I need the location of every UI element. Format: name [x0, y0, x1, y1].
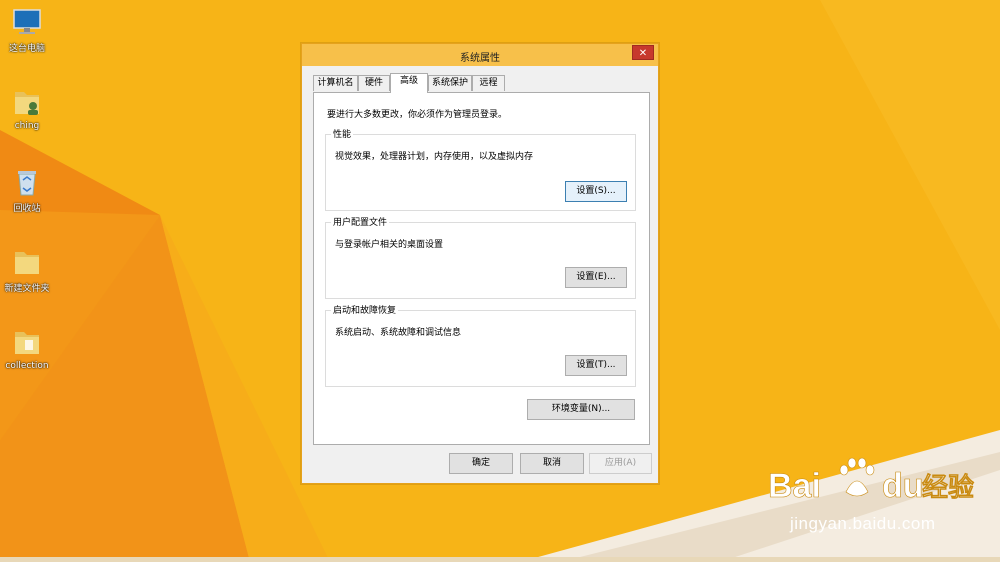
tab-computer-name[interactable]: 计算机名 [313, 75, 358, 91]
user-profiles-settings-button[interactable]: 设置(E)... [565, 267, 627, 288]
startup-recovery-group: 启动和故障恢复 系统启动、系统故障和调试信息 设置(T)... [325, 303, 636, 387]
user-profiles-description: 与登录帐户相关的桌面设置 [335, 240, 444, 250]
desktop-icon-this-pc[interactable]: 这台电脑 [2, 6, 52, 54]
admin-notice: 要进行大多数更改，你必须作为管理员登录。 [327, 110, 508, 120]
baidu-watermark: Bai du 经验 jingyan.baidu.com [760, 452, 990, 542]
performance-legend: 性能 [331, 127, 354, 140]
close-button[interactable]: ✕ [632, 45, 654, 60]
taskbar [0, 557, 1000, 562]
tab-advanced[interactable]: 高级 [390, 73, 428, 93]
system-properties-dialog: 系统属性 ✕ 计算机名 硬件 高级 系统保护 远程 要进行大多数更改，你必须作为… [301, 43, 659, 484]
recycle-bin-icon [11, 166, 43, 198]
startup-recovery-legend: 启动和故障恢复 [331, 303, 399, 316]
this-pc-icon [11, 6, 43, 38]
desktop-icon-recycle-bin[interactable]: 回收站 [2, 166, 52, 214]
dialog-client: 计算机名 硬件 高级 系统保护 远程 要进行大多数更改，你必须作为管理员登录。 … [306, 66, 654, 479]
close-icon: ✕ [638, 48, 648, 59]
svg-text:Bai: Bai [768, 467, 821, 505]
watermark-url: jingyan.baidu.com [790, 514, 936, 533]
ok-button[interactable]: 确定 [449, 453, 513, 474]
title-bar[interactable]: 系统属性 ✕ [302, 44, 658, 66]
desktop-icon-label: 新建文件夹 [4, 284, 50, 294]
desktop-icon-label: ching [14, 121, 40, 131]
desktop-icon-collection[interactable]: collection [2, 326, 52, 371]
svg-text:经验: 经验 [922, 472, 974, 503]
user-profiles-legend: 用户配置文件 [331, 215, 390, 228]
svg-text:du: du [882, 467, 924, 505]
cancel-button[interactable]: 取消 [520, 453, 584, 474]
baidu-logo-icon: Bai du 经验 [768, 457, 974, 505]
folder-icon [11, 246, 43, 278]
startup-recovery-settings-button[interactable]: 设置(T)... [565, 355, 627, 376]
performance-settings-button[interactable]: 设置(S)... [565, 181, 627, 202]
startup-recovery-description: 系统启动、系统故障和调试信息 [335, 328, 462, 338]
apply-button[interactable]: 应用(A) [589, 453, 652, 474]
performance-description: 视觉效果，处理器计划，内存使用，以及虚拟内存 [335, 152, 534, 162]
advanced-tab-panel: 要进行大多数更改，你必须作为管理员登录。 性能 视觉效果，处理器计划，内存使用，… [313, 92, 650, 445]
user-folder-icon [11, 86, 43, 118]
tab-remote[interactable]: 远程 [472, 75, 505, 91]
desktop-icon-label: 回收站 [13, 204, 41, 214]
desktop-icon-label: 这台电脑 [8, 44, 45, 54]
desktop-icon-new-folder[interactable]: 新建文件夹 [2, 246, 52, 294]
folder-icon [11, 326, 43, 358]
desktop-icon-ching[interactable]: ching [2, 86, 52, 131]
user-profiles-group: 用户配置文件 与登录帐户相关的桌面设置 设置(E)... [325, 215, 636, 299]
tab-hardware[interactable]: 硬件 [358, 75, 390, 91]
performance-group: 性能 视觉效果，处理器计划，内存使用，以及虚拟内存 设置(S)... [325, 127, 636, 211]
tab-system-protection[interactable]: 系统保护 [428, 75, 472, 91]
environment-variables-button[interactable]: 环境变量(N)... [527, 399, 635, 420]
dialog-title: 系统属性 [460, 53, 500, 64]
desktop-icon-label: collection [5, 361, 49, 371]
